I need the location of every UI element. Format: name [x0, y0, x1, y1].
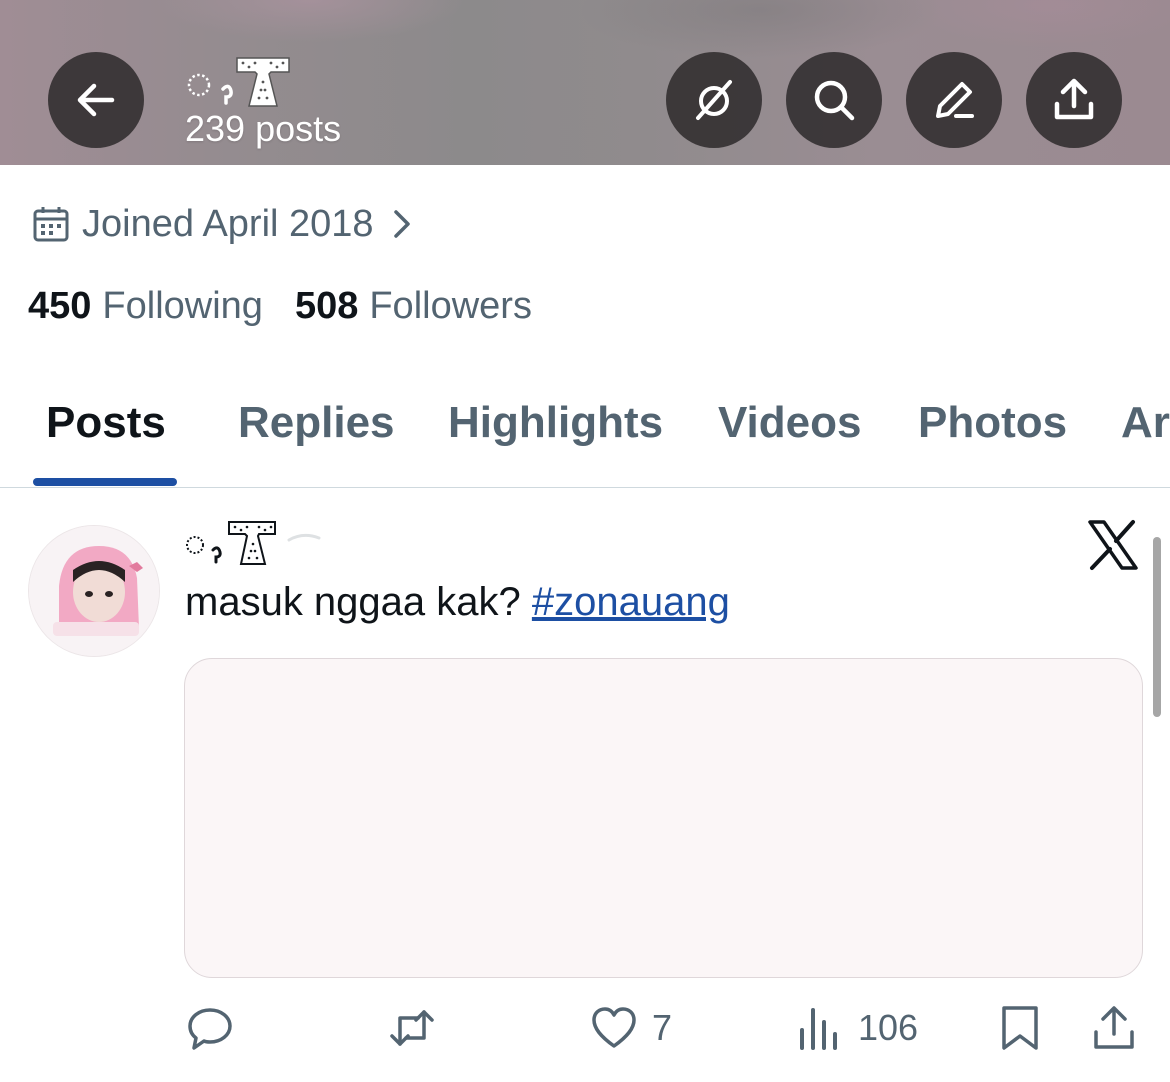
profile-header-banner: 239 posts	[0, 0, 1170, 165]
back-button[interactable]	[48, 52, 144, 148]
like-count: 7	[652, 1007, 673, 1048]
avatar-image	[29, 526, 159, 656]
scrollbar[interactable]	[1153, 537, 1161, 717]
joined-date-text: Joined April 2018	[82, 202, 374, 245]
profile-tabs: Posts Replies Highlights Videos Photos A…	[0, 380, 1170, 488]
chevron-right-icon	[393, 210, 410, 238]
bow-ribbon-icon	[187, 57, 290, 107]
heart-icon	[592, 1007, 636, 1048]
repost-button[interactable]	[388, 1004, 450, 1052]
x-logo-icon	[1088, 520, 1138, 570]
tab-videos[interactable]: Videos	[718, 398, 861, 448]
tab-replies[interactable]: Replies	[238, 398, 395, 448]
share-post-button[interactable]	[1090, 1004, 1138, 1052]
bow-ribbon-icon	[186, 521, 321, 565]
share-upload-icon	[1094, 1006, 1134, 1049]
follow-counts: 450 Following 508 Followers	[28, 285, 532, 328]
joined-date-row[interactable]: Joined April 2018	[32, 200, 416, 248]
following-count: 450	[28, 285, 92, 327]
search-icon	[814, 80, 855, 121]
analytics-bars-icon	[800, 1008, 837, 1050]
hashtag-link[interactable]: #zonauang	[532, 580, 730, 624]
followers-count: 508	[294, 285, 359, 327]
header-posts-count: 239 posts	[185, 108, 342, 149]
edit-button[interactable]	[906, 52, 1002, 148]
tab-articles[interactable]: Ar	[1121, 398, 1170, 448]
share-button[interactable]	[1026, 52, 1122, 148]
reply-button[interactable]	[186, 1004, 248, 1052]
followers-label: Followers	[369, 285, 532, 327]
post-author-name[interactable]	[185, 518, 605, 568]
avatar[interactable]	[28, 525, 160, 657]
back-arrow-icon	[77, 83, 115, 117]
edit-pen-icon	[936, 82, 974, 118]
repost-icon	[390, 1010, 434, 1046]
post-body-text: masuk nggaa kak?	[185, 580, 532, 624]
post-media[interactable]	[184, 658, 1143, 978]
calendar-icon	[33, 207, 69, 242]
active-tab-indicator	[33, 478, 177, 486]
like-button[interactable]: 7	[590, 1004, 672, 1052]
reply-bubble-icon	[188, 1008, 232, 1050]
tab-posts[interactable]: Posts	[46, 398, 166, 448]
tab-photos[interactable]: Photos	[918, 398, 1067, 448]
bookmark-button[interactable]	[996, 1004, 1044, 1052]
share-upload-icon	[1054, 78, 1094, 120]
grok-button[interactable]	[666, 52, 762, 148]
views-button[interactable]: 106	[796, 1004, 918, 1052]
header-profile-name	[185, 52, 315, 110]
following-label: Following	[102, 285, 263, 327]
post-text: masuk nggaa kak? #zonauang	[185, 580, 730, 625]
search-button[interactable]	[786, 52, 882, 148]
bookmark-icon	[1002, 1006, 1038, 1050]
followers-link[interactable]: 508 Followers	[295, 285, 532, 328]
following-link[interactable]: 450 Following	[28, 285, 263, 328]
views-count: 106	[858, 1007, 919, 1048]
tab-highlights[interactable]: Highlights	[448, 398, 663, 448]
grok-icon	[696, 80, 732, 120]
